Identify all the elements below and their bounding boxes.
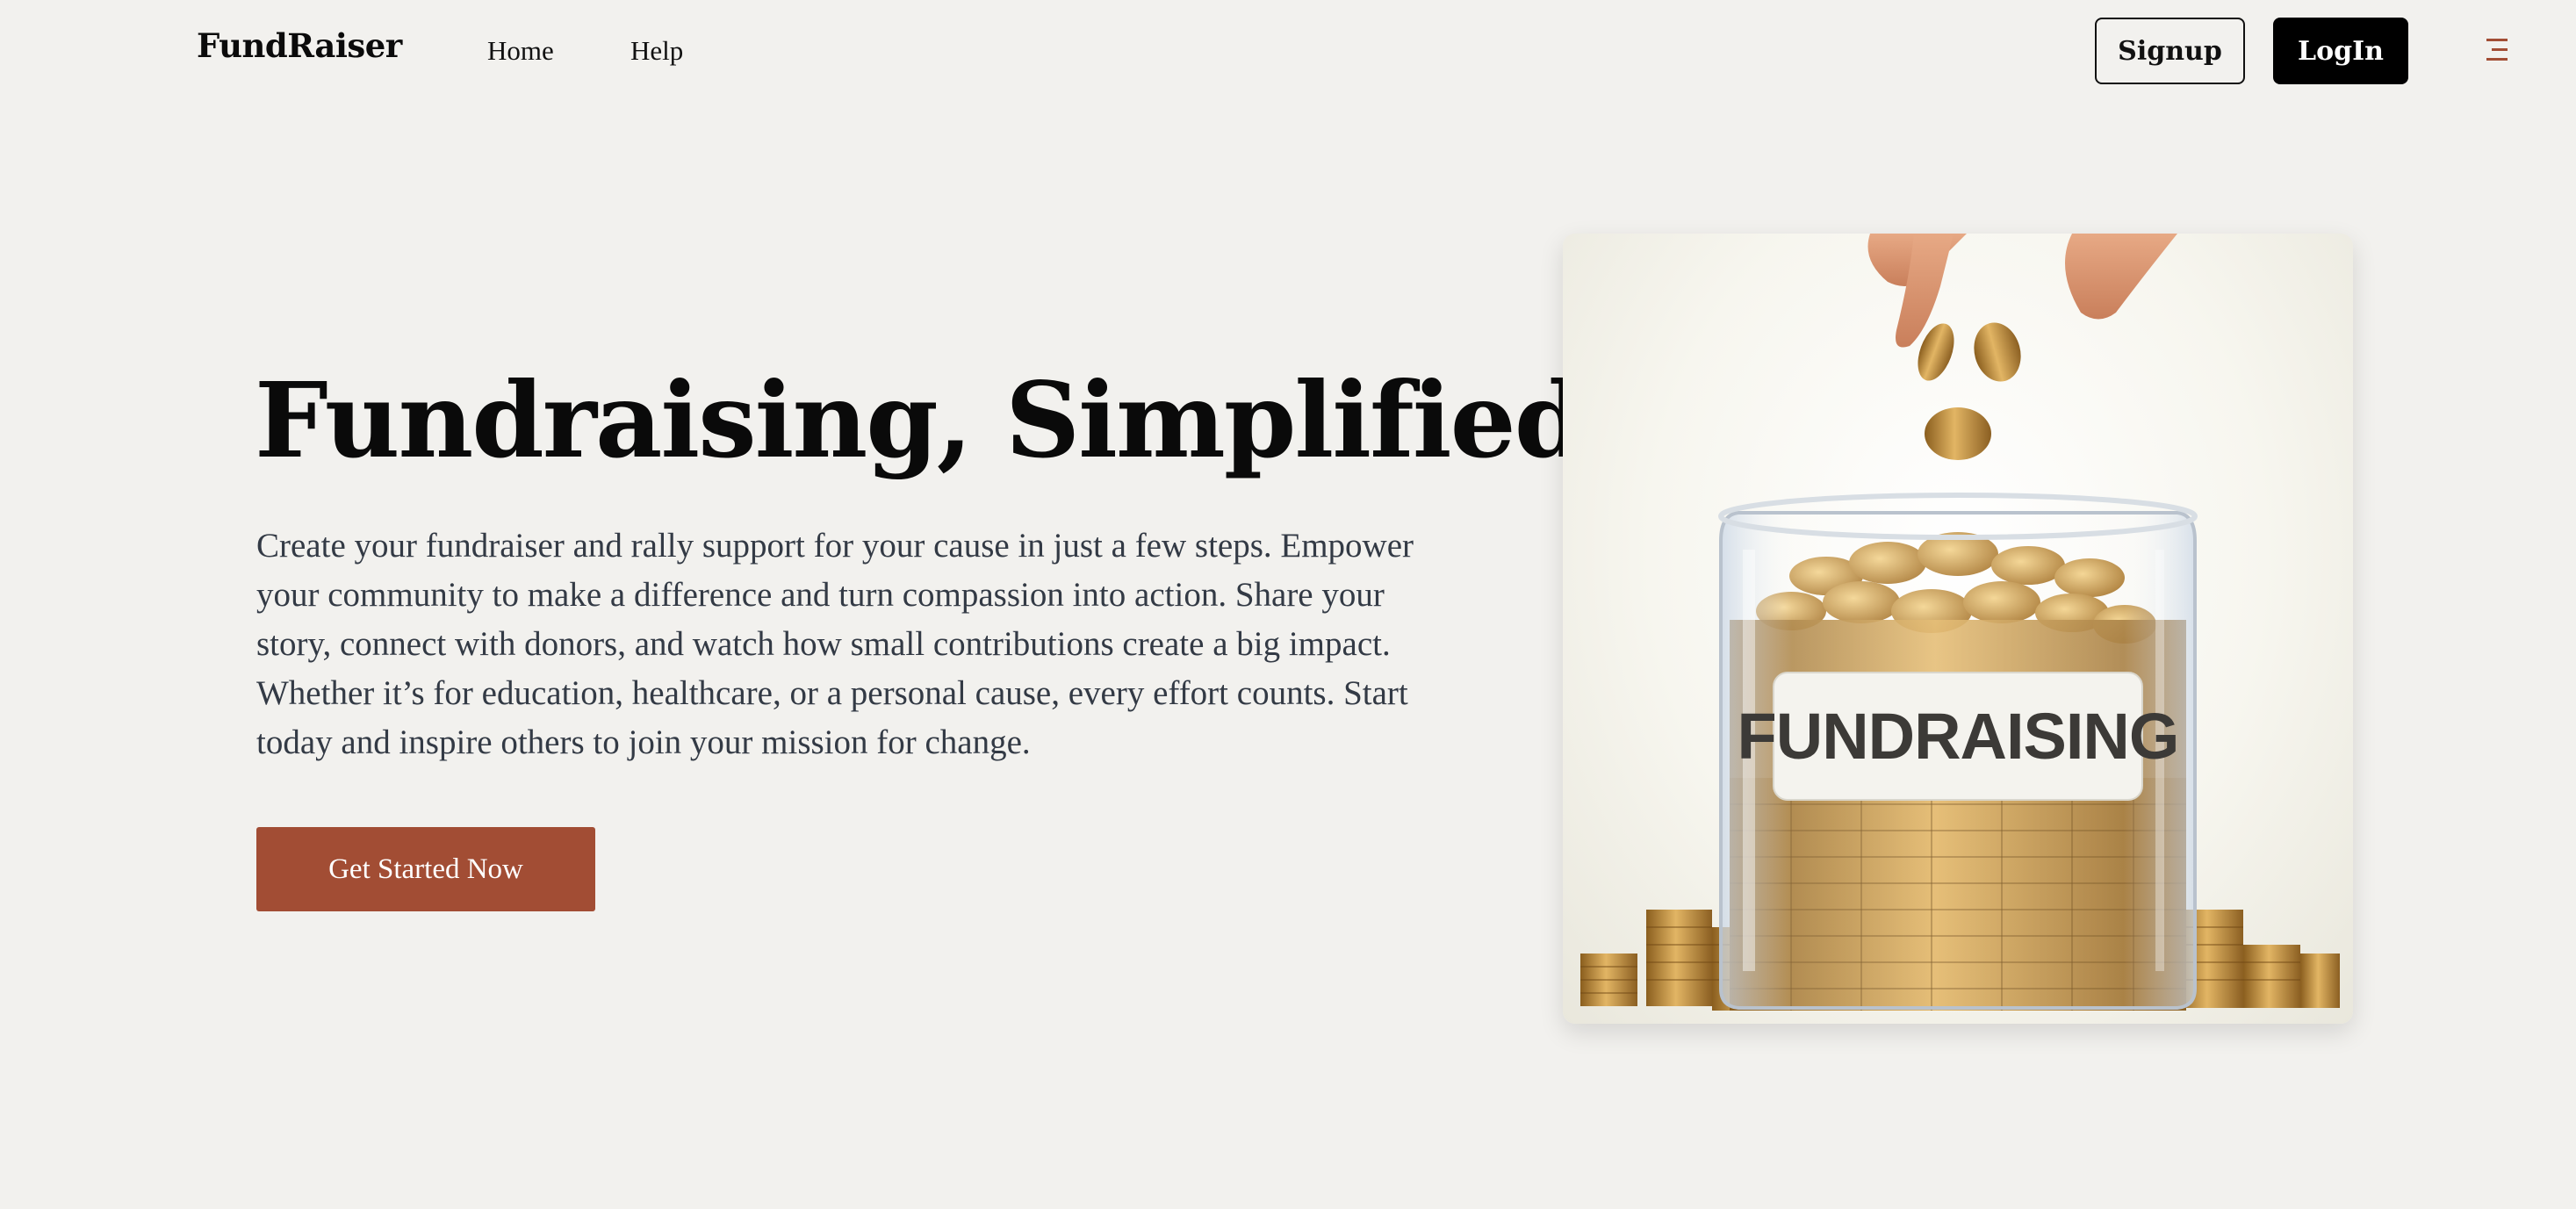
nav-link-help[interactable]: Help: [630, 35, 683, 67]
top-navigation: FundRaiser Home Help Signup LogIn: [0, 0, 2576, 102]
menu-icon[interactable]: [2479, 35, 2515, 65]
landing-page: FundRaiser Home Help Signup LogIn Fundra…: [0, 0, 2576, 1209]
jar-label: FUNDRAISING: [1738, 672, 2179, 801]
falling-coins: [1918, 322, 2021, 460]
hand-graphic: [1867, 234, 2177, 348]
brand-logo[interactable]: FundRaiser: [197, 26, 402, 65]
login-button[interactable]: LogIn: [2273, 18, 2408, 84]
get-started-button[interactable]: Get Started Now: [256, 827, 595, 911]
hero-image-coin-jar: FUNDRAISING: [1563, 234, 2353, 1024]
jar-label-text: FUNDRAISING: [1738, 700, 2179, 773]
nav-link-home[interactable]: Home: [487, 35, 554, 67]
hero-description: Create your fundraiser and rally support…: [256, 527, 1414, 761]
signup-button[interactable]: Signup: [2095, 18, 2245, 84]
hero-title: Fundraising, Simplified: [255, 359, 1587, 481]
hamburger-icon-graphic: [2486, 39, 2508, 61]
coin-jar-illustration: FUNDRAISING: [1580, 234, 2340, 1011]
